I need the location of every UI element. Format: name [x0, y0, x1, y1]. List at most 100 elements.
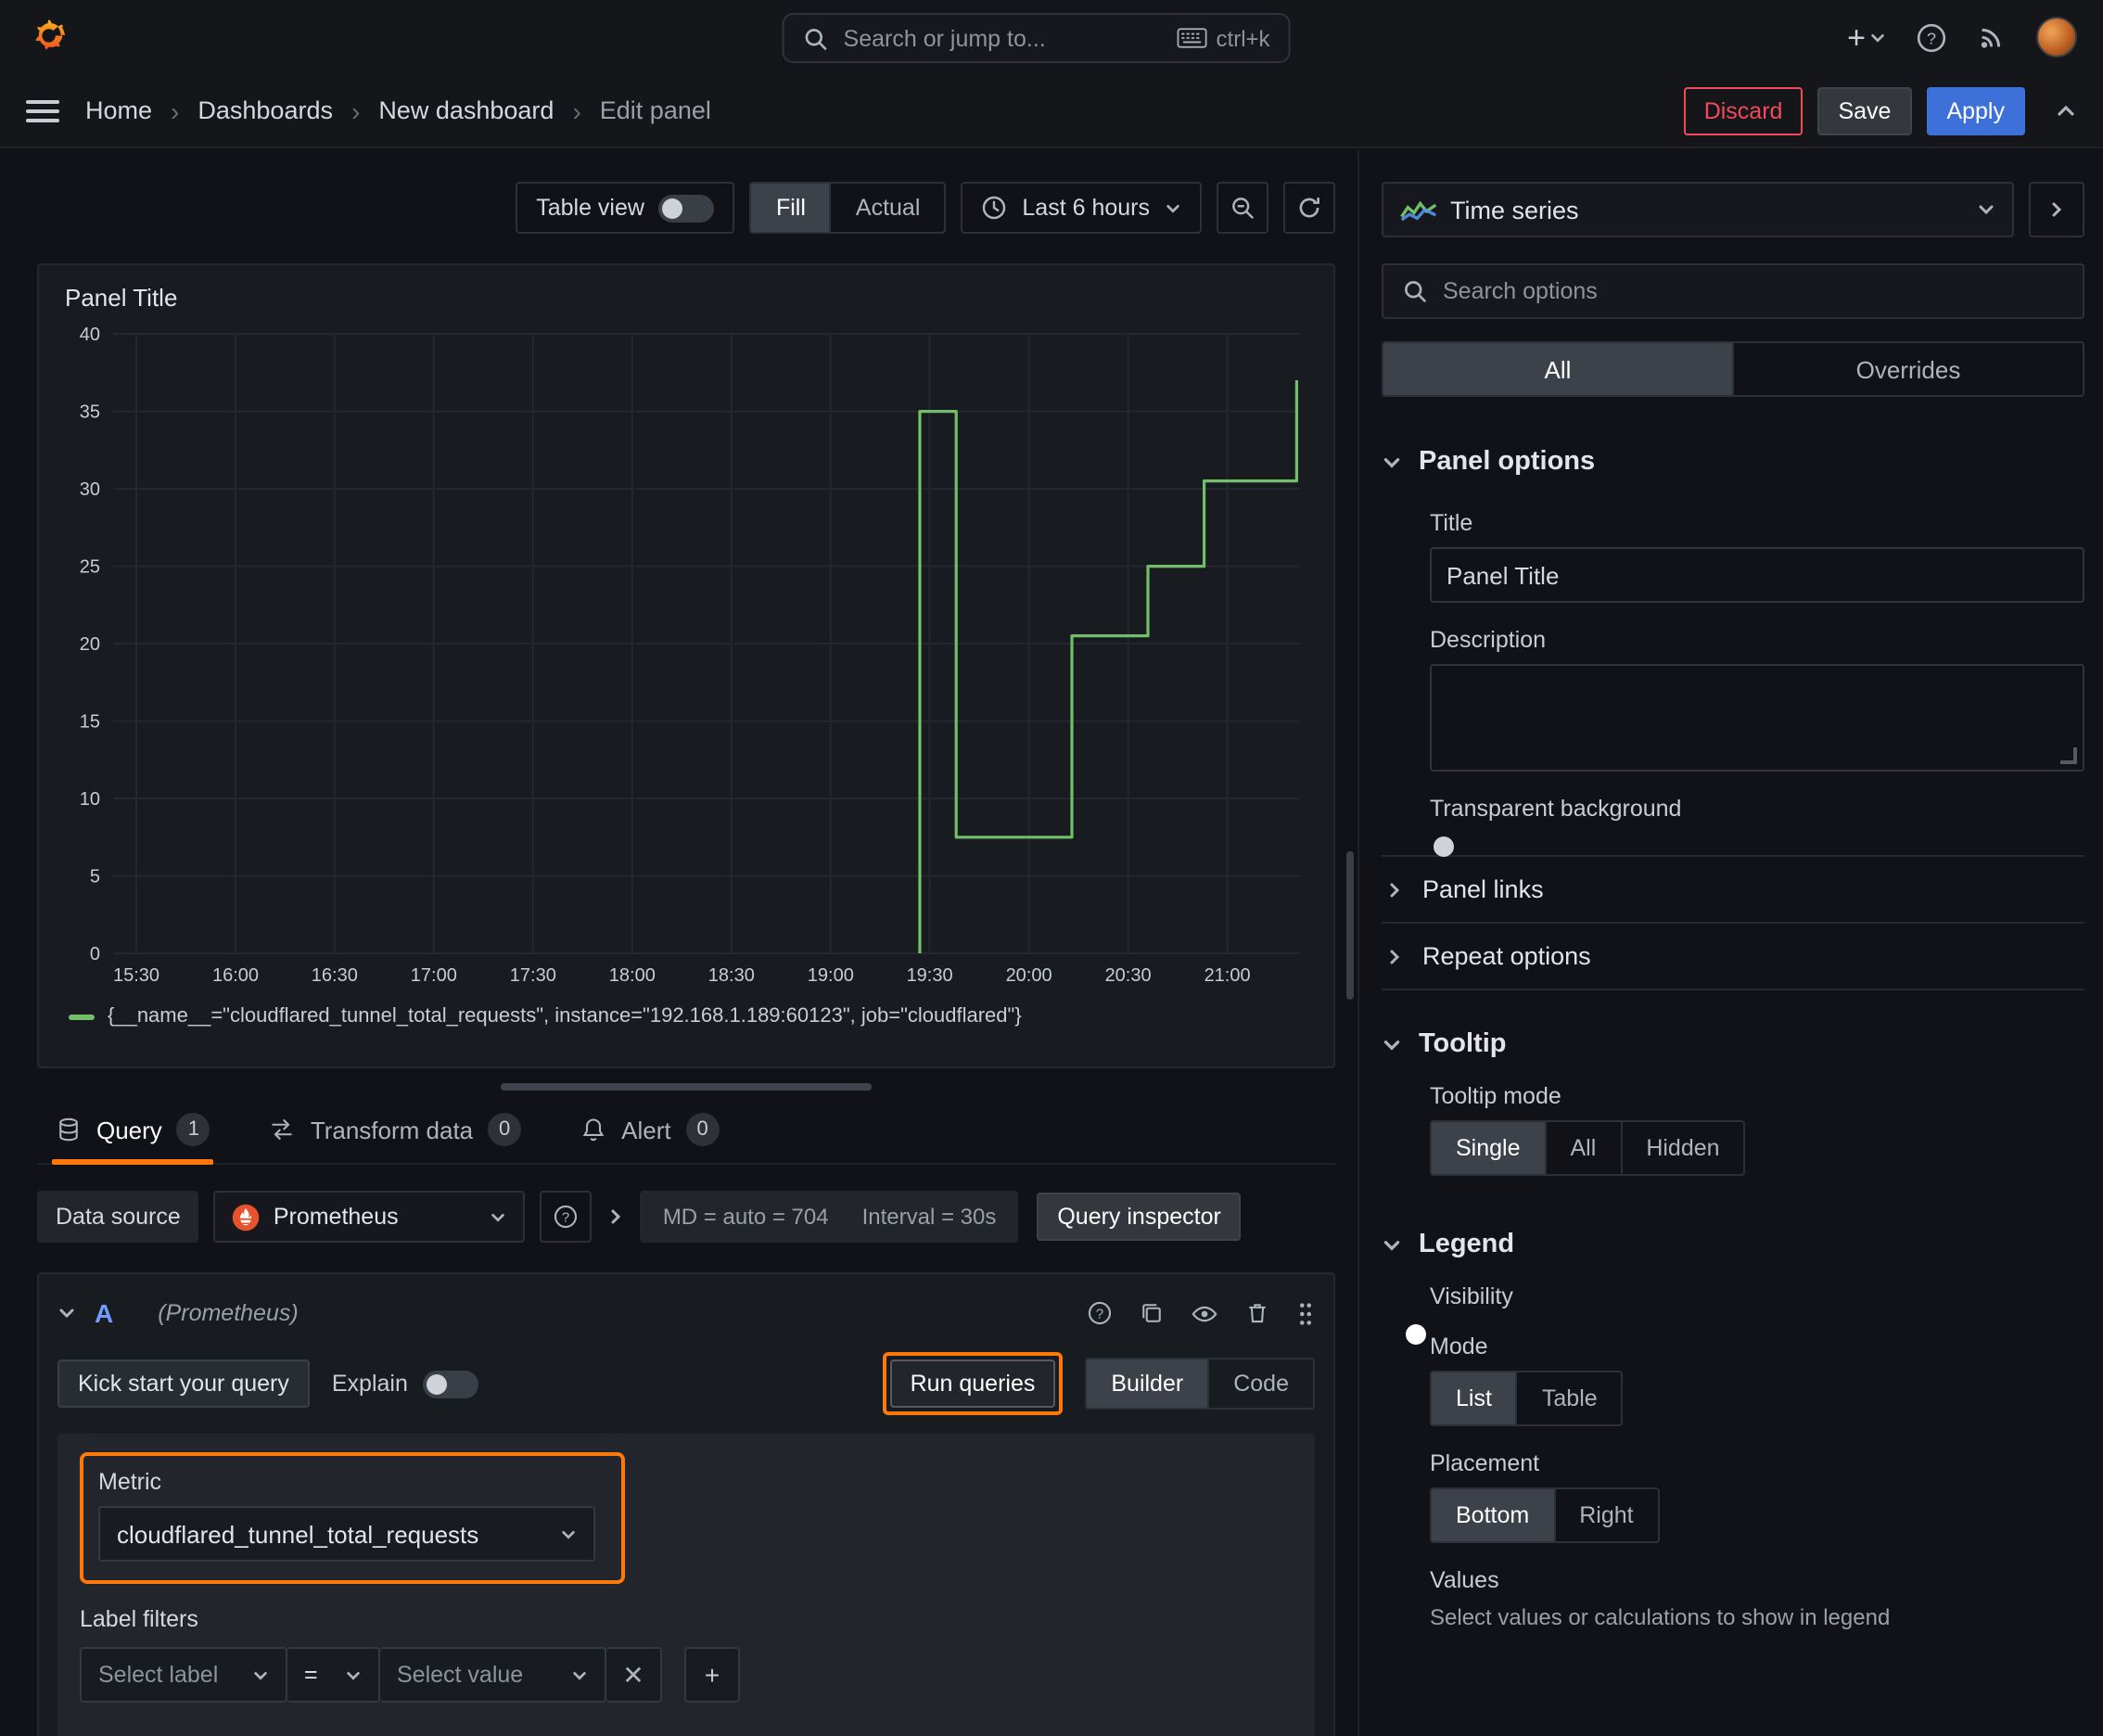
tooltip-section-header[interactable]: Tooltip [1382, 1020, 2084, 1068]
discard-button[interactable]: Discard [1683, 86, 1803, 134]
legend-placement-right[interactable]: Right [1553, 1489, 1657, 1541]
legend-series-label[interactable]: {__name__="cloudflared_tunnel_total_requ… [108, 1005, 1022, 1028]
repeat-options-section[interactable]: Repeat options [1382, 924, 2084, 990]
query-inspector-button[interactable]: Query inspector [1037, 1193, 1242, 1241]
tab-query[interactable]: Query 1 [52, 1105, 215, 1165]
table-view-toggle[interactable]: Table view [516, 182, 735, 234]
pane-resize-handle[interactable] [501, 1083, 872, 1091]
svg-text:17:00: 17:00 [411, 965, 457, 986]
legend-mode-list[interactable]: List [1432, 1372, 1516, 1424]
description-field-label: Description [1430, 627, 1547, 653]
tooltip-mode-single[interactable]: Single [1432, 1122, 1545, 1174]
time-range-picker[interactable]: Last 6 hours [961, 182, 1202, 234]
visualization-picker[interactable]: Time series [1382, 182, 2014, 237]
new-menu-button[interactable]: + [1847, 21, 1886, 53]
svg-text:19:00: 19:00 [808, 965, 854, 986]
select-value-dropdown[interactable]: Select value [380, 1647, 606, 1703]
keyboard-icon [1177, 28, 1207, 48]
delete-query-icon[interactable] [1244, 1300, 1270, 1326]
description-textarea[interactable] [1430, 664, 2084, 772]
label-filter-row: Select label = Select value ✕ + [80, 1647, 1293, 1703]
panel-options-sidebar: Time series All [1359, 150, 2103, 1736]
query-toolbar: Kick start your query Explain Run querie… [57, 1352, 1315, 1415]
panel-title[interactable]: Panel Title [65, 284, 1315, 312]
select-label-dropdown[interactable]: Select label [80, 1647, 287, 1703]
tab-all-options[interactable]: All [1383, 343, 1732, 395]
zoom-out-button[interactable] [1217, 182, 1268, 234]
fill-option[interactable]: Fill [751, 184, 830, 232]
shortcut-label: ctrl+k [1216, 25, 1270, 51]
grafana-logo-icon[interactable] [26, 15, 70, 59]
operator-dropdown[interactable]: = [287, 1647, 380, 1703]
explain-switch[interactable] [422, 1370, 478, 1398]
panel-options-section-header[interactable]: Panel options [1382, 438, 2084, 486]
search-icon [803, 25, 829, 51]
run-queries-button[interactable]: Run queries [889, 1359, 1056, 1408]
duplicate-query-icon[interactable] [1139, 1300, 1165, 1326]
query-ref-id[interactable]: A [95, 1298, 113, 1328]
tooltip-title: Tooltip [1419, 1029, 1507, 1059]
legend-visibility-label: Visibility [1430, 1283, 1513, 1309]
panel-links-section[interactable]: Panel links [1382, 857, 2084, 924]
svg-text:?: ? [563, 1210, 570, 1225]
actual-option[interactable]: Actual [829, 184, 945, 232]
add-filter-button[interactable]: + [684, 1647, 740, 1703]
legend-section-header[interactable]: Legend [1382, 1220, 2084, 1269]
menu-toggle-icon[interactable] [26, 99, 59, 121]
builder-option[interactable]: Builder [1087, 1359, 1208, 1408]
options-search-input[interactable] [1443, 278, 2064, 304]
select-value-placeholder: Select value [397, 1662, 524, 1688]
metric-select[interactable]: cloudflared_tunnel_total_requests [98, 1506, 595, 1562]
user-avatar[interactable] [2036, 17, 2077, 57]
grafana-app: ctrl+k + ? Home › Dashboards › [0, 0, 2103, 1736]
remove-filter-button[interactable]: ✕ [606, 1647, 662, 1703]
panel-title-input[interactable] [1430, 547, 2084, 603]
chevron-down-icon[interactable] [57, 1304, 76, 1322]
breadcrumb-separator: › [350, 96, 361, 125]
breadcrumb-home[interactable]: Home [85, 96, 152, 124]
options-search[interactable] [1382, 263, 2084, 319]
breadcrumb-new-dashboard[interactable]: New dashboard [378, 96, 554, 124]
datasource-picker[interactable]: Prometheus [213, 1191, 526, 1243]
query-help-icon[interactable]: ? [1087, 1300, 1113, 1326]
code-option[interactable]: Code [1207, 1359, 1313, 1408]
drag-handle-icon[interactable] [1296, 1299, 1315, 1327]
legend-placement-bottom[interactable]: Bottom [1432, 1489, 1554, 1541]
tab-overrides[interactable]: Overrides [1732, 343, 2083, 395]
legend-series-swatch[interactable] [69, 1014, 95, 1019]
hide-query-icon[interactable] [1191, 1299, 1218, 1327]
chevron-up-icon[interactable] [2055, 99, 2077, 121]
tab-transform[interactable]: Transform data 0 [266, 1105, 525, 1163]
global-search-input[interactable] [843, 25, 1163, 51]
datasource-value: Prometheus [273, 1204, 399, 1230]
apply-button[interactable]: Apply [1926, 86, 2025, 134]
datasource-help-button[interactable]: ? [540, 1191, 593, 1243]
chevron-down-icon [1165, 199, 1181, 216]
refresh-button[interactable] [1283, 182, 1335, 234]
legend-mode-table[interactable]: Table [1515, 1372, 1622, 1424]
kick-start-button[interactable]: Kick start your query [57, 1359, 310, 1408]
svg-text:?: ? [1927, 28, 1936, 46]
table-view-switch[interactable] [658, 194, 715, 222]
legend-placement-group: Bottom Right [1430, 1487, 1660, 1543]
save-button[interactable]: Save [1817, 86, 1912, 134]
refresh-icon [1296, 195, 1322, 221]
database-icon [56, 1117, 82, 1142]
vertical-scrollbar[interactable] [1346, 851, 1354, 1000]
panel-edit-left-pane: Table view Fill Actual Last 6 hours Pane… [0, 150, 1359, 1736]
legend-title: Legend [1419, 1230, 1515, 1259]
rss-icon[interactable] [1977, 22, 2007, 52]
query-card: A (Prometheus) ? Kick start your query E… [37, 1272, 1335, 1736]
tooltip-mode-hidden[interactable]: Hidden [1620, 1122, 1743, 1174]
tab-alert[interactable]: Alert 0 [577, 1105, 722, 1163]
metric-label: Metric [98, 1469, 162, 1495]
tooltip-mode-all[interactable]: All [1544, 1122, 1621, 1174]
breadcrumb-dashboards[interactable]: Dashboards [198, 96, 333, 124]
chevron-right-icon[interactable] [607, 1207, 626, 1226]
collapse-options-button[interactable] [2029, 182, 2084, 237]
query-builder-body: Metric cloudflared_tunnel_total_requests… [57, 1434, 1315, 1736]
time-series-chart[interactable]: 0 5 10 15 20 25 30 35 40 15:30 16:00 16:30 17:00 17:3… [57, 319, 1311, 998]
global-search[interactable]: ctrl+k [782, 13, 1291, 63]
visualization-value: Time series [1450, 196, 1579, 223]
help-icon[interactable]: ? [1916, 21, 1947, 53]
